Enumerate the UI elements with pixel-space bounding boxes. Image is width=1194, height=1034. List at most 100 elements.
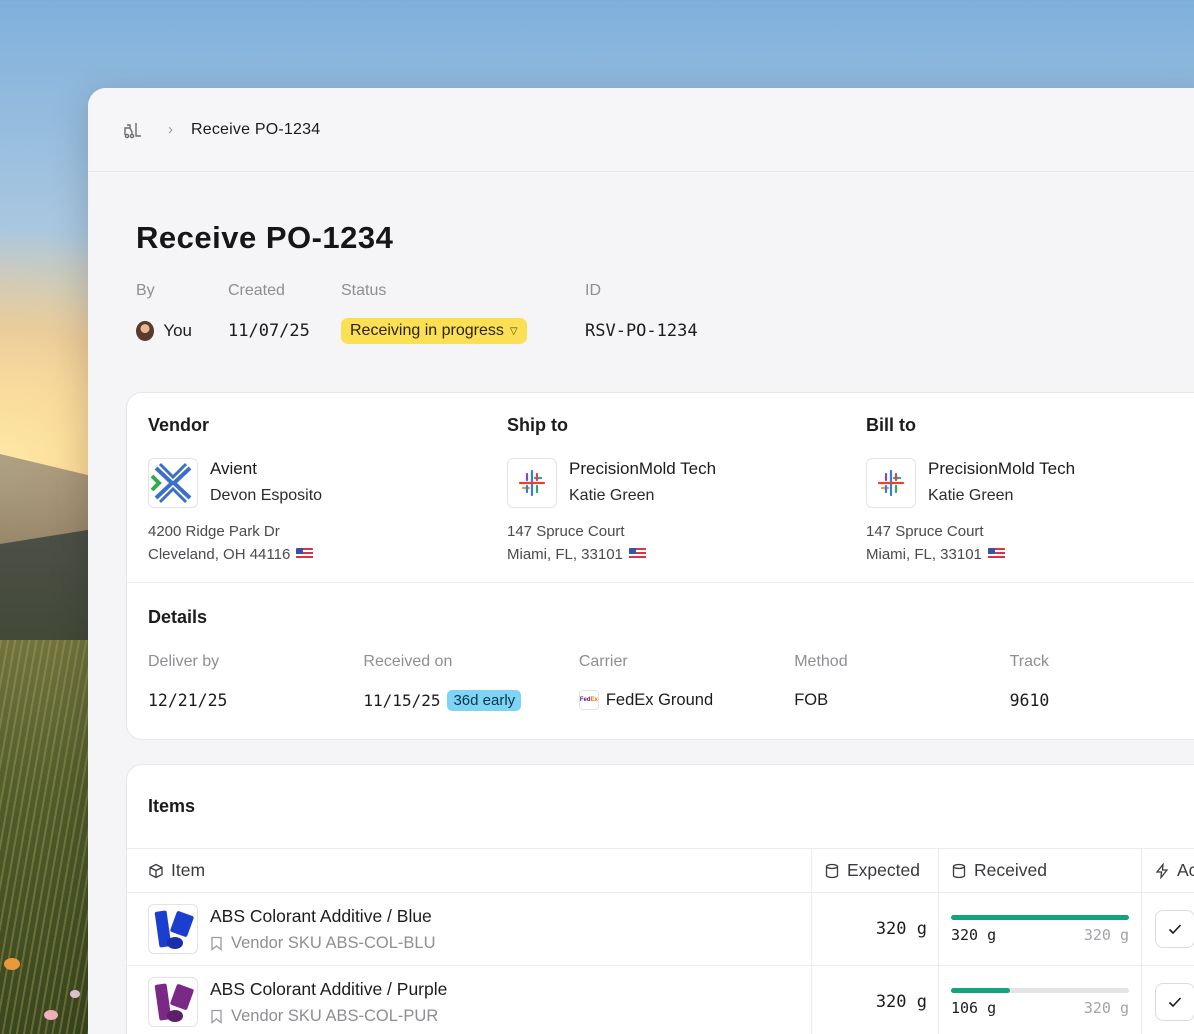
avatar (136, 321, 155, 341)
vendor-address-line1: 4200 Ridge Park Dr (148, 523, 280, 540)
vendor-title: Vendor (148, 415, 210, 435)
received-progress-bar (951, 915, 1129, 920)
item-name: ABS Colorant Additive / Blue (210, 905, 432, 926)
expected-qty: 320 g (875, 992, 927, 1012)
vendor-contact: Devon Esposito (210, 487, 323, 504)
created-value: 11/07/25 (228, 321, 310, 341)
method-value: FOB (794, 690, 829, 709)
bill-to-logo (866, 458, 916, 508)
details-section: Details Deliver by 12/21/25 Received on … (127, 583, 1194, 712)
status-dropdown[interactable]: Receiving in progress ▽ (341, 318, 527, 344)
column-actions-label: Ac (1177, 860, 1194, 880)
received-on-label: Received on (363, 653, 453, 670)
cube-icon (149, 863, 163, 878)
details-title: Details (148, 607, 208, 627)
us-flag-icon (987, 548, 1005, 560)
received-progress-bar (951, 988, 1129, 993)
product-swatch (169, 910, 195, 938)
product-swatch (169, 983, 195, 1011)
by-value: You (136, 318, 192, 344)
ship-to-contact: Katie Green (569, 487, 655, 504)
item-sku: Vendor SKU ABS-COL-PUR (231, 1006, 439, 1025)
bookmark-icon (211, 1009, 222, 1024)
items-card: Items Item Expected Received Ac ABS Colo… (126, 764, 1194, 1034)
product-thumbnail (148, 904, 198, 954)
app-window: › Receive PO-1234 Receive PO-1234 By You… (88, 88, 1194, 1034)
received-qty: 320 g (951, 926, 997, 944)
carrier-label: Carrier (578, 653, 628, 670)
bill-to-section: Bill to PrecisionMold Tech Katie Green 1… (866, 415, 1194, 582)
bill-to-title: Bill to (866, 415, 916, 435)
check-icon (1168, 997, 1182, 1008)
column-expected[interactable]: Expected (812, 848, 939, 893)
meta-row: By You Created 11/07/25 Status Receiving… (136, 282, 1194, 344)
chevron-right-icon: › (168, 121, 173, 138)
confirm-receipt-button[interactable] (1155, 910, 1194, 948)
status-value: Receiving in progress (350, 322, 504, 339)
avient-logo-icon (150, 462, 192, 504)
received-progress-fill (951, 988, 1010, 993)
product-swatch (167, 937, 183, 949)
bookmark-icon (211, 936, 222, 951)
background-grass (0, 640, 100, 1034)
id-label: ID (585, 282, 601, 299)
method-label: Method (794, 653, 848, 670)
product-swatch (167, 1010, 183, 1022)
bill-to-name: PrecisionMold Tech (928, 459, 1076, 478)
bill-to-address-line2: Miami, FL, 33101 (866, 546, 982, 563)
order-info-card: Vendor Avient Devon Esposito 4200 Ridge … (126, 392, 1194, 740)
tracking-label: Track (1009, 653, 1050, 670)
received-of-qty: 320 g (1083, 926, 1129, 944)
confirm-receipt-button[interactable] (1155, 983, 1194, 1021)
items-title: Items (148, 796, 196, 816)
table-row[interactable]: ABS Colorant Additive / Blue Vendor SKU … (127, 893, 1194, 966)
ship-to-logo (507, 458, 557, 508)
page-title: Receive PO-1234 (136, 220, 394, 255)
background-flower (4, 958, 20, 970)
column-received-label: Received (974, 860, 1047, 880)
us-flag-icon (628, 548, 646, 560)
cylinder-icon (952, 863, 966, 878)
column-expected-label: Expected (847, 860, 920, 880)
product-thumbnail (148, 977, 198, 1027)
column-actions[interactable]: Ac (1142, 849, 1194, 893)
chevron-down-icon: ▽ (509, 325, 518, 337)
check-icon (1168, 924, 1182, 935)
ship-to-address-line1: 147 Spruce Court (507, 523, 625, 540)
status-label: Status (341, 282, 387, 299)
deliver-by-value: 12/21/25 (148, 690, 228, 710)
background-flower (70, 990, 80, 998)
received-progress-fill (951, 915, 1129, 920)
ship-to-name: PrecisionMold Tech (569, 459, 717, 478)
carrier-value: FedEx Ground (605, 690, 714, 709)
bill-to-contact: Katie Green (928, 487, 1014, 504)
fedex-logo-icon: Fed Ex (578, 690, 599, 710)
forklift-icon[interactable] (122, 120, 142, 140)
item-name: ABS Colorant Additive / Purple (210, 978, 448, 999)
column-item-label: Item (171, 860, 206, 880)
vendor-name: Avient (210, 459, 257, 478)
breadcrumb-current: Receive PO-1234 (191, 120, 321, 138)
table-row[interactable]: ABS Colorant Additive / Purple Vendor SK… (127, 966, 1194, 1034)
bill-to-address-line1: 147 Spruce Court (866, 523, 984, 540)
breadcrumb: › Receive PO-1234 (88, 88, 1194, 172)
early-badge: 36d early (447, 689, 522, 711)
tracking-value: 9610 (1009, 690, 1050, 710)
ship-to-section: Ship to PrecisionMold Tech Katie Green 1… (507, 415, 866, 582)
item-sku: Vendor SKU ABS-COL-BLU (231, 933, 436, 952)
id-value: RSV-PO-1234 (585, 321, 698, 341)
by-user: You (163, 321, 192, 340)
ship-to-address-line2: Miami, FL, 33101 (507, 546, 623, 563)
vendor-logo (148, 458, 198, 508)
precisionmold-logo-icon (877, 469, 905, 497)
items-table-header: Item Expected Received Ac (127, 848, 1194, 893)
cylinder-icon (825, 863, 839, 878)
deliver-by-label: Deliver by (148, 653, 220, 670)
column-received[interactable]: Received (939, 848, 1142, 893)
lightning-icon (1155, 862, 1169, 879)
us-flag-icon (296, 548, 314, 560)
expected-qty: 320 g (875, 919, 927, 939)
precisionmold-logo-icon (518, 469, 546, 497)
received-qty: 106 g (951, 999, 997, 1017)
column-item[interactable]: Item (127, 848, 812, 893)
